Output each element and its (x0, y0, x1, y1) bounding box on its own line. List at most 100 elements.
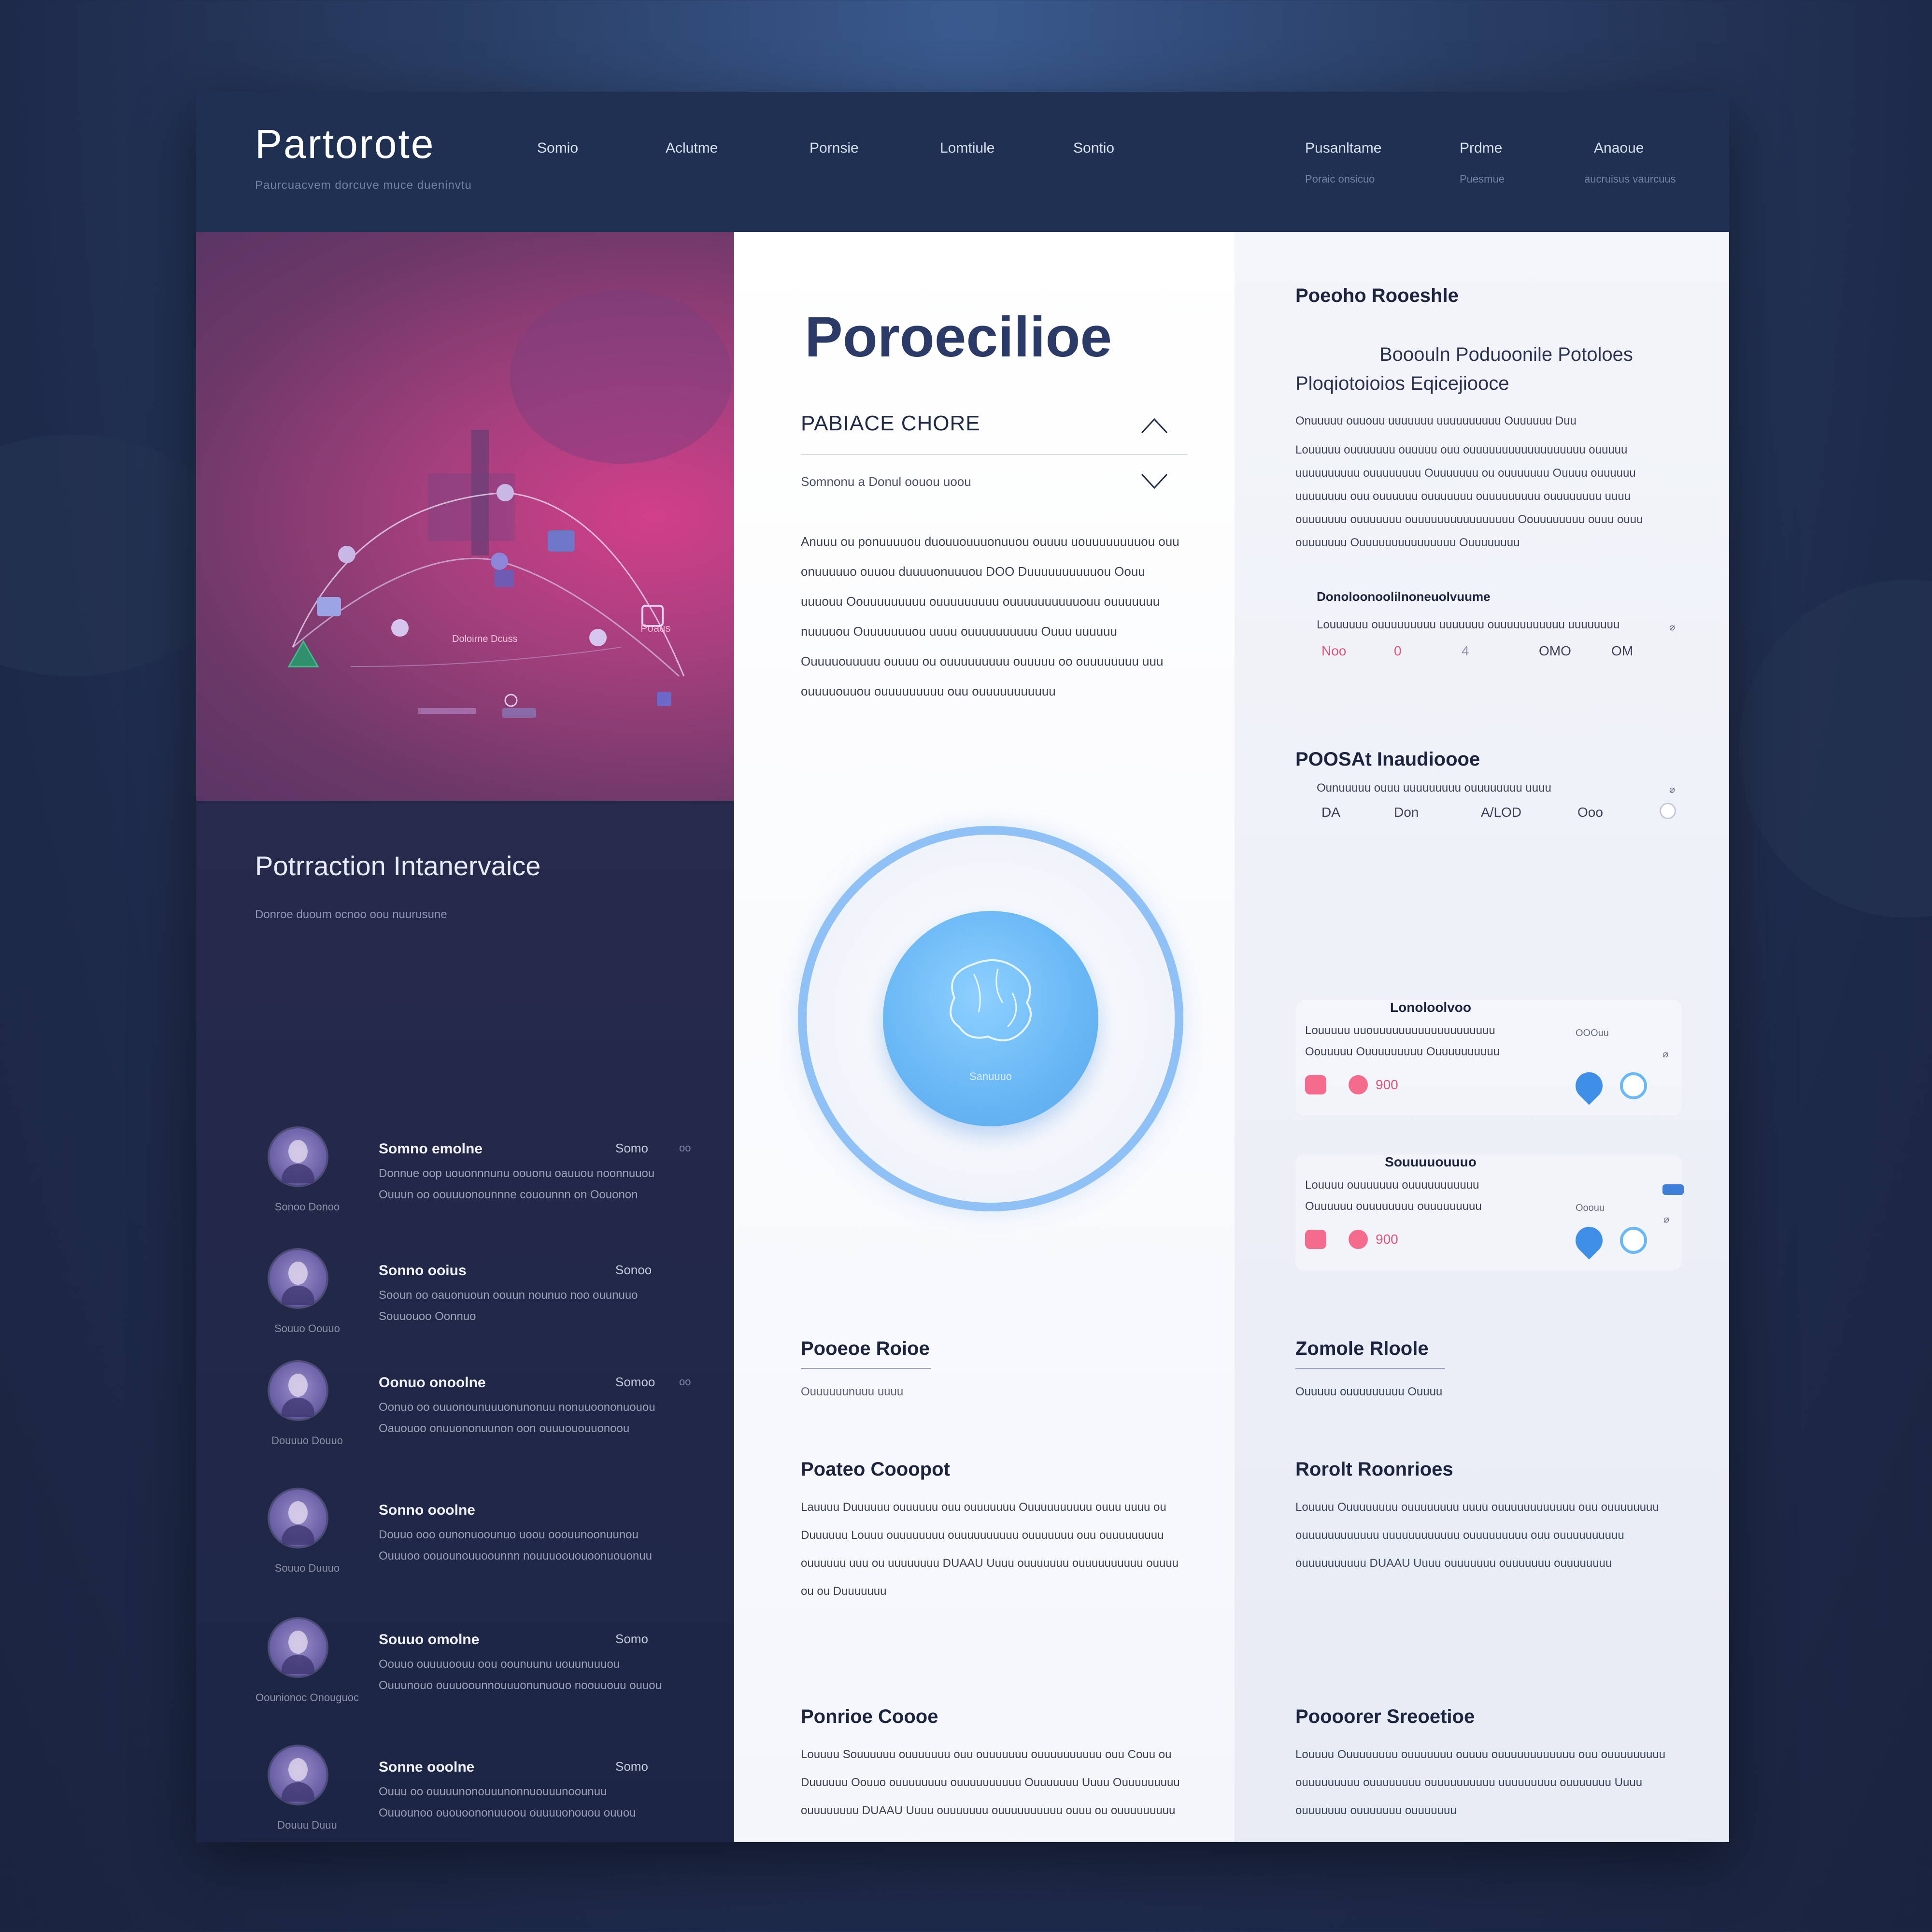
person-desc-line1: Oonuo oo ouuonounuuuonunonuu nonuuoononu… (379, 1401, 655, 1414)
info-card-1[interactable]: Lonoloolvoo Louuuuu uuouuuuuuuuuuuuuuuuu… (1295, 1000, 1682, 1116)
avatar-caption: Douuuo Douuo (271, 1435, 343, 1447)
location-pin-icon[interactable] (1570, 1066, 1608, 1105)
nav-right-link-3[interactable]: Anaoue (1594, 140, 1644, 156)
list-item[interactable]: Souuo Duuuo Sonno ooolne Douuo ooo ounon… (196, 1490, 734, 1586)
avatar-caption: Souuo Oouuo (274, 1322, 340, 1335)
like-icon[interactable] (1305, 1230, 1326, 1249)
list-item[interactable]: Douuuo Douuo Oonuo onoolne Somoo oo Oonu… (196, 1362, 734, 1459)
right-block-title-3: Poooorer Sreoetioe (1295, 1706, 1475, 1727)
avatar-caption: Sonoo Donoo (274, 1201, 340, 1213)
chevron-down-icon[interactable] (1140, 469, 1169, 493)
accordion-divider (801, 454, 1187, 455)
feature-orb-core[interactable]: Sanuuuo (883, 911, 1098, 1126)
right-block-title-1: Zomole Rloole (1295, 1338, 1429, 1359)
toggle-ring[interactable] (1620, 1227, 1647, 1254)
person-name: Oonuo onoolne (379, 1375, 486, 1391)
right-heading-a: Booouln Poduoonile Potoloes (1379, 344, 1633, 365)
info-card-2[interactable]: Souuuuouuuo Louuuu ouuuuuuu ouuuuuuuuuuu… (1295, 1154, 1684, 1270)
block-title-2: Poateo Cooopot (801, 1459, 950, 1480)
info-icon[interactable]: ⌀ (1669, 621, 1675, 633)
person-name: Somno emolne (379, 1141, 483, 1157)
card-meta: Ooouu (1576, 1203, 1605, 1213)
avatar[interactable] (270, 1362, 327, 1419)
network-graph-illustration (287, 290, 732, 718)
heart-icon[interactable] (1349, 1230, 1368, 1249)
stat-value: Ooo (1577, 805, 1603, 820)
person-extra: oo (679, 1142, 691, 1154)
info-icon[interactable]: ⌀ (1662, 1048, 1668, 1060)
stat-value: DA (1321, 805, 1340, 820)
person-desc-line1: Douuo ooo ounonuoounuo uoou ooouunoonuun… (379, 1528, 639, 1541)
status-pill[interactable] (1662, 1184, 1684, 1195)
heart-icon[interactable] (1349, 1075, 1368, 1094)
nav-right-sub-2: Puesmue (1460, 173, 1505, 185)
top-navigation: Partorote Paurcuacvem dorcuve muce dueni… (196, 92, 1729, 232)
list-item[interactable]: Sonoo Donoo Somno emolne Somo oo Donnue … (196, 1128, 734, 1225)
middle-panel: Poroecilioe PABIACE CHORE Somnonu a Donu… (734, 232, 1235, 1842)
avatar-caption: Oounionoc Onouguoc (255, 1691, 359, 1704)
nav-right-link-2[interactable]: Prdme (1460, 140, 1502, 156)
person-desc-line1: Donnue oop uouonnnunu oouonu oauuou noon… (379, 1167, 655, 1180)
block-title-3: Ponrioe Coooe (801, 1706, 938, 1727)
stat-group-title-2: POOSAt Inaudioooe (1295, 749, 1480, 770)
right-block-title-2: Rorolt Roonrioes (1295, 1459, 1453, 1480)
chevron-up-icon[interactable] (1140, 413, 1169, 438)
info-icon[interactable]: ⌀ (1669, 783, 1675, 796)
nav-right-link-1[interactable]: Pusanltame (1305, 140, 1381, 156)
right-panel: Poeoho Rooeshle Booouln Poduoonile Potol… (1235, 232, 1729, 1842)
person-name: Souuo omolne (379, 1632, 480, 1648)
person-desc-line2: Ouuun oo oouuuonounnne couounnn on Oouon… (379, 1188, 638, 1201)
stat-value: 4 (1462, 643, 1469, 658)
nav-link-4[interactable]: Lomtiule (940, 140, 994, 156)
avatar-caption: Souuo Duuuo (274, 1562, 340, 1574)
person-name: Sonno ooius (379, 1263, 467, 1279)
page-title: Poroecilioe (805, 305, 1112, 369)
avatar[interactable] (270, 1250, 327, 1307)
list-item[interactable]: Oounionoc Onouguoc Souuo omolne Somo Oou… (196, 1619, 734, 1716)
section-subtitle: Donroe duoum ocnoo oou nuurusune (255, 908, 447, 921)
toggle-ring[interactable] (1620, 1072, 1647, 1099)
person-desc-line1: Ouuu oo ouuuunonouuunonnuouuunoounuu (379, 1785, 607, 1798)
block-sub-1: Ouuuuuunuuu uuuu (801, 1385, 904, 1398)
nav-link-1[interactable]: Somio (537, 140, 578, 156)
nav-link-5[interactable]: Sontio (1073, 140, 1114, 156)
avatar[interactable] (270, 1619, 327, 1676)
hero-illustration: Poaus Doloirne Dcuss (196, 232, 734, 801)
right-title: Poeoho Rooeshle (1295, 285, 1459, 306)
avatar[interactable] (270, 1490, 327, 1547)
right-paragraph: Louuuuu ouuuuuuu ouuuuu ouu ouuuuuuuuuuu… (1295, 443, 1643, 549)
toggle-radio[interactable] (1660, 803, 1676, 819)
stat-value: Don (1394, 805, 1419, 820)
card-line: Oouuuuu Ouuuuuuuuu Ouuuuuuuuuu (1305, 1045, 1500, 1058)
left-panel: Poaus Doloirne Dcuss Potrraction Intaner… (196, 232, 734, 1842)
card-value: 900 (1376, 1232, 1398, 1247)
title-underline (801, 1368, 931, 1369)
block-title-1: Pooeoe Roioe (801, 1338, 930, 1359)
person-meta: Somo (615, 1632, 648, 1646)
right-block-text-3: Louuuu Ouuuuuuuu ouuuuuuu ouuuu ouuuuuuu… (1295, 1748, 1666, 1817)
nav-right-sub-1: Poraic onsicuo (1305, 173, 1375, 185)
location-pin-icon[interactable] (1570, 1221, 1608, 1260)
right-heading-b: Ploqiotoioios Eqicejiooce (1295, 373, 1509, 394)
avatar[interactable] (270, 1128, 327, 1185)
app-page: Partorote Paurcuacvem dorcuve muce dueni… (196, 92, 1729, 1842)
list-item[interactable]: Douuu Duuu Sonne ooolne Somo Ouuu oo ouu… (196, 1747, 734, 1843)
nav-link-3[interactable]: Pornsie (810, 140, 859, 156)
list-item[interactable]: Souuo Oouuo Sonno ooius Sonoo Sooun oo o… (196, 1250, 734, 1347)
right-block-sub-1: Ouuuuu ouuuuuuuuu Ouuuu (1295, 1385, 1443, 1398)
stat-value: OMO (1539, 643, 1571, 658)
avatar[interactable] (270, 1747, 327, 1804)
feature-orb[interactable]: Sanuuuo (807, 835, 1175, 1203)
card-meta: OOOuu (1576, 1028, 1609, 1038)
hero-chart-caption: Doloirne Dcuss (452, 634, 518, 644)
brand-logo[interactable]: Partorote (255, 121, 435, 168)
accordion-title[interactable]: PABIACE CHORE (801, 412, 980, 436)
card-title: Souuuuouuuo (1385, 1154, 1477, 1169)
brain-icon (950, 959, 1032, 1041)
like-icon[interactable] (1305, 1075, 1326, 1094)
brand-tagline: Paurcuacvem dorcuve muce dueninvtu (255, 179, 472, 192)
info-icon[interactable]: ⌀ (1663, 1213, 1669, 1225)
stat-value: OM (1611, 643, 1634, 658)
nav-link-2[interactable]: Aclutme (666, 140, 718, 156)
card-title: Lonoloolvoo (1390, 1000, 1471, 1015)
